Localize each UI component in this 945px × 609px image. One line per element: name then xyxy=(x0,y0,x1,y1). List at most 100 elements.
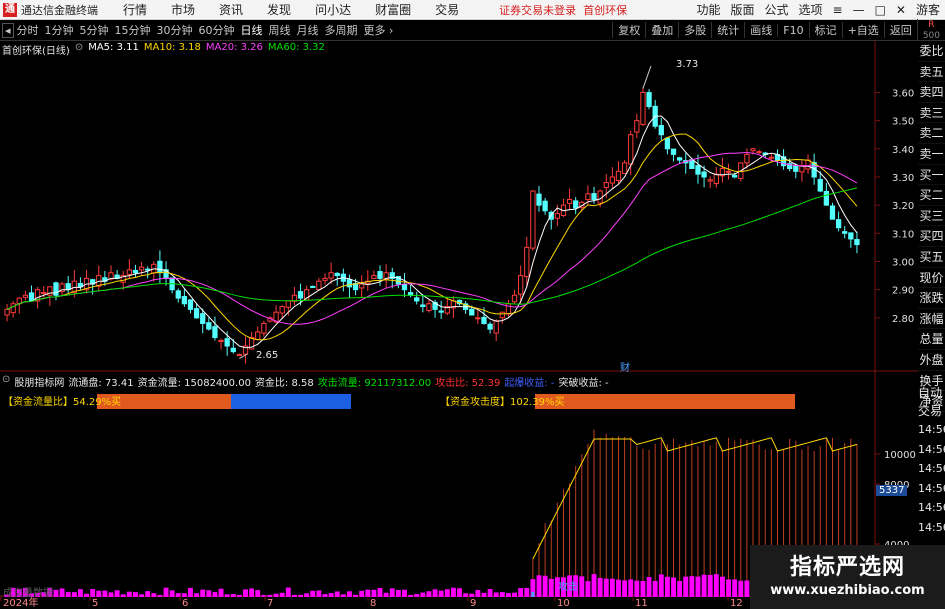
menu-item-sector[interactable]: 市场 xyxy=(159,1,207,18)
menu-icon[interactable]: ≡ xyxy=(828,3,848,17)
event-marker-cai[interactable]: 财 xyxy=(620,359,630,374)
quote-row[interactable]: 卖四 xyxy=(918,82,945,103)
settings-icon[interactable]: ⊙ xyxy=(75,42,83,57)
chart-title: 首创环保(日线) xyxy=(2,46,70,57)
quote-row[interactable]: 现价 xyxy=(918,268,945,289)
quote-row[interactable]: 涨跌 xyxy=(918,288,945,309)
indicator-settings-icon[interactable]: ⊙ xyxy=(2,374,10,389)
candle-body xyxy=(518,275,524,295)
menu-item-market[interactable]: 行情 xyxy=(111,1,159,18)
tick-time: 14:56 xyxy=(918,423,945,436)
menu-item-options[interactable]: 选项 xyxy=(794,1,828,18)
minimize-icon[interactable]: — xyxy=(848,3,870,17)
candle-body xyxy=(756,151,762,154)
candle-body xyxy=(297,291,304,299)
tick-time: 14:56 xyxy=(918,520,945,534)
candle-body xyxy=(750,148,756,152)
candle-body xyxy=(664,137,671,150)
candle-body xyxy=(793,165,799,172)
candle-body xyxy=(542,200,548,212)
quote-row[interactable]: 买一 xyxy=(918,165,945,186)
indicator-attack-flow: 攻击流量: 92117312.00 xyxy=(317,378,432,389)
menu-item-discover[interactable]: 发现 xyxy=(255,1,303,18)
button-f10[interactable]: F10 xyxy=(777,23,808,37)
quote-row[interactable]: 买三 xyxy=(918,206,945,227)
menu-item-ask[interactable]: 问小达 xyxy=(303,1,363,18)
trade-login-notice[interactable]: 证券交易未登录 首创环保 xyxy=(499,2,627,18)
button-multi-stock[interactable]: 多股 xyxy=(678,22,711,38)
price-chart-svg[interactable]: 2.802.903.003.103.203.303.403.503.604000… xyxy=(0,41,918,609)
menu-item-formula[interactable]: 公式 xyxy=(759,1,793,18)
quote-row[interactable]: 外盘 xyxy=(918,350,945,371)
date-axis-label: 7 xyxy=(267,598,273,609)
quote-row[interactable]: 买五 xyxy=(918,247,945,268)
tab-timeshare[interactable]: 分时 xyxy=(14,22,42,38)
candle-body xyxy=(817,178,823,192)
quote-row[interactable]: 自动 xyxy=(918,384,945,402)
candle-body xyxy=(670,148,677,155)
candle-body xyxy=(212,326,218,339)
app-logo-icon: 通 xyxy=(3,2,17,17)
menu-item-wealth[interactable]: 财富圈 xyxy=(363,1,423,18)
button-overlay[interactable]: 叠加 xyxy=(645,22,678,38)
candle-body xyxy=(493,320,499,334)
quote-row[interactable]: 委比 xyxy=(918,41,945,62)
button-back[interactable]: 返回 xyxy=(883,22,917,38)
candle-body xyxy=(829,205,836,220)
tab-monthly[interactable]: 月线 xyxy=(294,22,322,38)
tick-time: 14:56 xyxy=(918,501,945,514)
quote-row[interactable]: 涨幅 xyxy=(918,309,945,330)
button-add-favorite[interactable]: +自选 xyxy=(841,22,884,38)
date-axis-label: 9 xyxy=(470,598,476,609)
candle-body xyxy=(646,92,652,108)
button-mark[interactable]: 标记 xyxy=(808,22,842,38)
tab-30min[interactable]: 30分钟 xyxy=(154,22,196,38)
menu-item-trade[interactable]: 交易 xyxy=(423,1,471,18)
candle-body xyxy=(175,290,181,299)
quote-row[interactable]: 卖一 xyxy=(918,144,945,165)
menu-item-function[interactable]: 功能 xyxy=(691,1,725,18)
r-indicator[interactable]: R 500 xyxy=(916,19,945,41)
candle-body xyxy=(316,280,322,290)
quote-row[interactable]: 买四 xyxy=(918,226,945,247)
quote-row[interactable]: 买二 xyxy=(918,185,945,206)
button-draw-line[interactable]: 画线 xyxy=(744,22,777,38)
button-adjust[interactable]: 复权 xyxy=(612,22,645,38)
toolbar-left-arrow-icon[interactable]: ◂ xyxy=(2,22,14,38)
candle-body xyxy=(310,285,316,288)
y-tick-label: 3.00 xyxy=(892,257,914,268)
candle-body xyxy=(695,165,701,175)
chart-area[interactable]: 2.802.903.003.103.203.303.403.503.604000… xyxy=(0,41,918,609)
tab-60min[interactable]: 60分钟 xyxy=(196,22,238,38)
quote-row[interactable]: 卖二 xyxy=(918,123,945,144)
high-price-label: 3.73 xyxy=(676,59,699,70)
candle-body xyxy=(328,272,334,279)
tab-weekly[interactable]: 周线 xyxy=(266,22,294,38)
menu-item-news[interactable]: 资讯 xyxy=(207,1,255,18)
quote-row[interactable]: 卖五 xyxy=(918,62,945,83)
candle-body xyxy=(842,231,848,234)
tab-daily[interactable]: 日线 xyxy=(238,22,266,38)
tick-time: 14:56 xyxy=(918,442,945,456)
indicator-name: 股朋指标网 xyxy=(14,378,65,389)
tab-multi-period[interactable]: 多周期 xyxy=(322,22,361,38)
tab-more[interactable]: 更多 › xyxy=(361,22,397,38)
maximize-icon[interactable]: □ xyxy=(870,3,891,17)
guest-user[interactable]: 游客 xyxy=(911,1,945,18)
app-name: 通达信金融终端 xyxy=(21,3,98,17)
candle-body xyxy=(511,294,518,303)
candle-body xyxy=(285,300,291,308)
quote-row[interactable]: 交易 xyxy=(918,402,945,420)
menu-item-layout[interactable]: 版面 xyxy=(725,1,759,18)
quote-row[interactable]: 总量 xyxy=(918,329,945,350)
tab-15min[interactable]: 15分钟 xyxy=(112,22,154,38)
quote-row[interactable]: 卖三 xyxy=(918,103,945,124)
candle-body xyxy=(554,213,560,219)
high-marker-line xyxy=(642,65,652,89)
candle-body xyxy=(499,311,505,319)
button-statistics[interactable]: 统计 xyxy=(711,22,744,38)
quote-panel: 委比 卖五 卖四 卖三 卖二 卖一 买一 买二 买三 买四 买五 现价 涨跌 涨… xyxy=(918,41,945,412)
close-icon[interactable]: ✕ xyxy=(891,3,911,17)
tab-1min[interactable]: 1分钟 xyxy=(42,22,77,38)
tab-5min[interactable]: 5分钟 xyxy=(77,22,112,38)
